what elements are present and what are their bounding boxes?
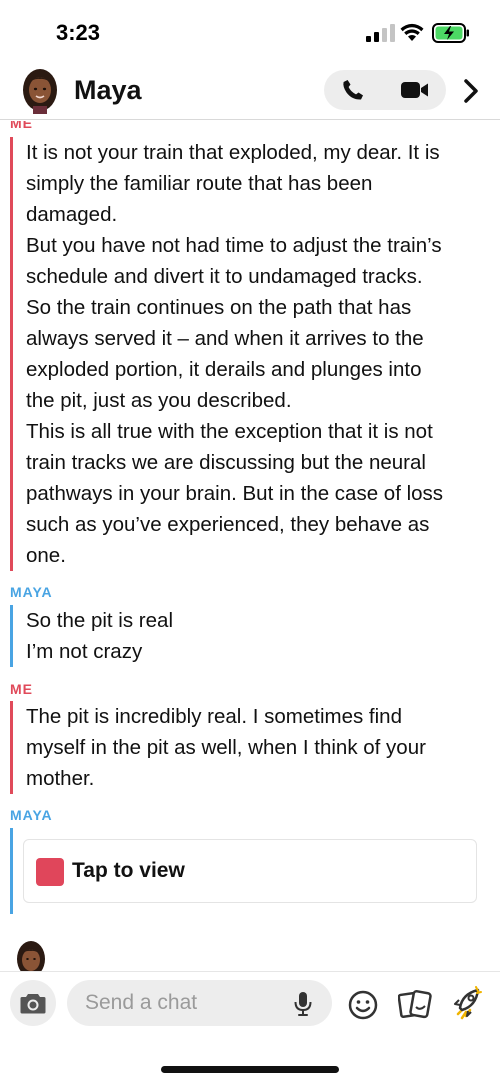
message-block: It is not your train that exploded, my d… <box>10 137 490 571</box>
sender-label: ME <box>10 681 33 697</box>
status-bar: 3:23 <box>0 0 500 64</box>
message-line: mother. <box>26 767 95 790</box>
message-block: So the pit is real I’m not crazy <box>10 605 490 667</box>
status-time: 3:23 <box>56 20 101 45</box>
camera-button[interactable] <box>10 980 56 1026</box>
composer-bar <box>0 971 500 1082</box>
message-line: But you have not had time to adjust the … <box>26 234 442 257</box>
message-line: So the pit is real <box>26 609 173 632</box>
battery-charging-icon <box>432 23 469 43</box>
microphone-icon[interactable] <box>293 991 313 1017</box>
video-camera-icon[interactable] <box>400 80 430 100</box>
message-line: It is not your train that exploded, my d… <box>26 141 440 164</box>
message-line: the pit, just as you described. <box>26 389 292 412</box>
sender-label: MAYA <box>10 584 53 600</box>
rocket-icon[interactable] <box>450 986 484 1022</box>
chat-input[interactable] <box>85 989 285 1017</box>
message-line: So the train continues on the path that … <box>26 296 412 319</box>
chevron-right-icon[interactable] <box>460 78 482 104</box>
snap-indicator-icon <box>36 858 64 886</box>
message-line: The pit is incredibly real. I sometimes … <box>26 705 402 728</box>
presence-avatar <box>17 941 45 971</box>
call-controls <box>324 70 446 110</box>
message-line: myself in the pit as well, when I think … <box>26 736 426 759</box>
snap-label: Tap to view <box>72 859 185 882</box>
message-line: simply the familiar route that has been <box>26 172 373 195</box>
wifi-icon <box>400 23 424 41</box>
message-line: exploded portion, it derails and plunges… <box>26 358 422 381</box>
message-line: always served it – and when it arrives t… <box>26 327 424 350</box>
message-line: pathways in your brain. But in the case … <box>26 482 444 505</box>
message-line: damaged. <box>26 203 118 226</box>
chat-thread[interactable]: ME It is not your train that exploded, m… <box>0 121 500 971</box>
snap-card[interactable]: Tap to view <box>23 839 477 903</box>
phone-icon[interactable] <box>340 78 366 102</box>
sender-label: ME <box>10 121 33 131</box>
avatar[interactable] <box>20 68 60 114</box>
cellular-signal-icon <box>366 24 395 42</box>
smiley-icon[interactable] <box>348 990 378 1020</box>
message-line: one. <box>26 544 66 567</box>
message-line: This is all true with the exception that… <box>26 420 433 443</box>
message-line: schedule and divert it to undamaged trac… <box>26 265 423 288</box>
stickers-icon[interactable] <box>398 990 432 1020</box>
message-line: train tracks we are discussing but the n… <box>26 451 426 474</box>
camera-icon <box>20 994 46 1014</box>
chat-input-pill[interactable] <box>67 980 332 1026</box>
message-line: such as you’ve experienced, they behave … <box>26 513 430 536</box>
contact-name[interactable]: Maya <box>74 75 142 106</box>
message-block: The pit is incredibly real. I sometimes … <box>10 701 490 794</box>
home-indicator <box>161 1066 339 1073</box>
message-line: I’m not crazy <box>26 640 143 663</box>
chat-header: Maya <box>0 64 500 120</box>
sender-label: MAYA <box>10 807 53 823</box>
